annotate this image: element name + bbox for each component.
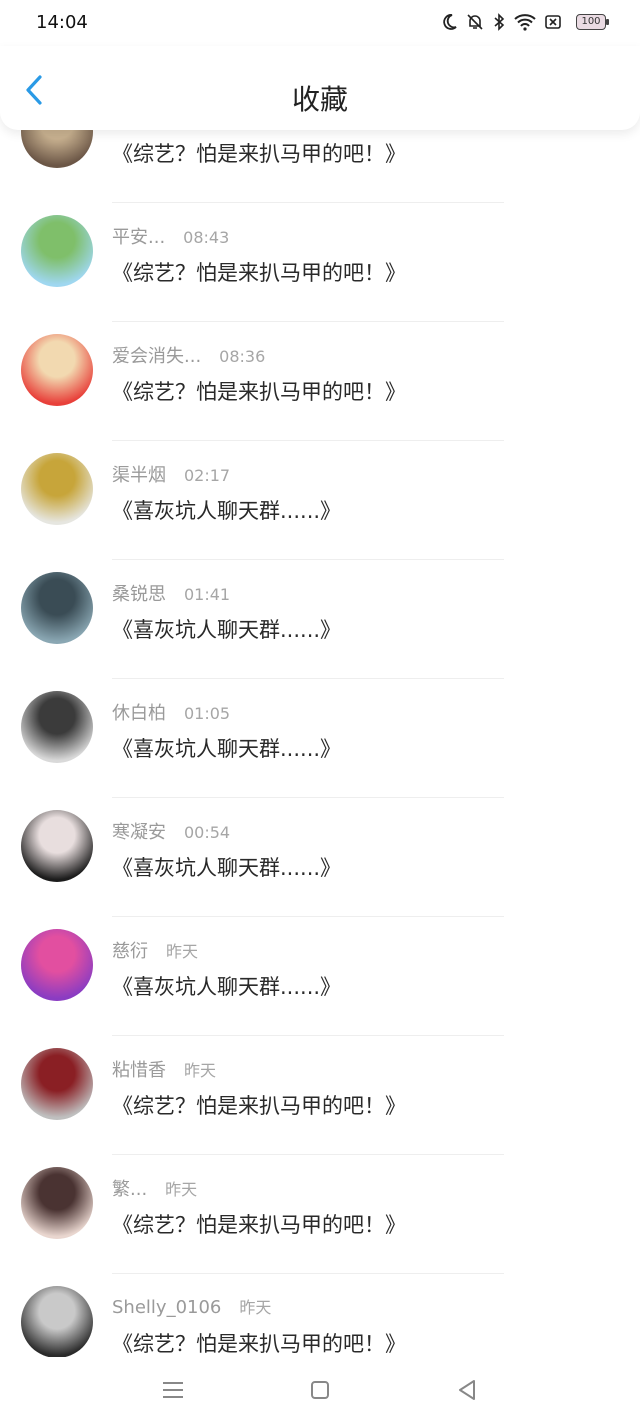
message-text: 《喜灰坑人聊天群......》 [112, 975, 342, 999]
home-button[interactable] [305, 1375, 335, 1405]
timestamp: 昨天 [184, 1061, 217, 1080]
list-item[interactable]: 粘惜香 昨天《综艺？怕是来扒马甲的吧！》 [0, 1048, 640, 1179]
timestamp: 昨天 [165, 1180, 198, 1199]
avatar[interactable] [21, 810, 93, 882]
avatar[interactable] [21, 1167, 93, 1239]
wifi-icon [514, 14, 536, 31]
home-square-icon [311, 1381, 329, 1399]
item-meta: 平安... 08:43 [112, 223, 229, 249]
header: 收藏 [0, 46, 640, 130]
avatar[interactable] [21, 929, 93, 1001]
battery-icon: 100 [576, 14, 606, 30]
moon-icon [443, 14, 457, 30]
list-item[interactable]: 休白柏 01:05 《喜灰坑人聊天群......》 [0, 691, 640, 822]
message-text: 《喜灰坑人聊天群......》 [112, 499, 342, 523]
item-meta: Shelly_0106 昨天 [112, 1294, 271, 1318]
menu-button[interactable] [158, 1375, 188, 1405]
status-icons [442, 13, 562, 31]
item-meta: 慈衍 昨天 [112, 937, 198, 963]
nav-back-button[interactable] [452, 1375, 482, 1405]
list-item[interactable]: 桑锐思 01:41 《喜灰坑人聊天群......》 [0, 572, 640, 703]
divider [112, 797, 504, 798]
timestamp: 08:43 [183, 228, 230, 247]
timestamp: 昨天 [239, 1298, 272, 1317]
divider [112, 559, 504, 560]
avatar[interactable] [21, 1286, 93, 1357]
user-name: 爱会消失... [112, 346, 202, 367]
menu-icon [163, 1382, 183, 1398]
item-meta: 繁... 昨天 [112, 1175, 197, 1201]
list-item[interactable]: 爱会消失... 08:36 《综艺？怕是来扒马甲的吧！》 [0, 334, 640, 465]
divider [112, 202, 504, 203]
message-text: 《综艺？怕是来扒马甲的吧！》 [112, 142, 406, 166]
page-title: 收藏 [291, 83, 348, 116]
divider [112, 1035, 504, 1036]
avatar[interactable] [21, 453, 93, 525]
user-name: Shelly_0106 [112, 1297, 222, 1318]
message-text: 《喜灰坑人聊天群......》 [112, 856, 342, 880]
list-item[interactable]: Shelly_0106 昨天《综艺？怕是来扒马甲的吧！》 [0, 1286, 640, 1357]
message-text: 《综艺？怕是来扒马甲的吧！》 [112, 1213, 406, 1237]
item-meta: 爱会消失... 08:36 [112, 342, 265, 368]
list-item[interactable]: 赫马和马的主人08:47《综艺？怕是来扒马甲的吧！》 [0, 130, 640, 227]
user-name: 繁... [112, 1179, 148, 1200]
status-bar: 14:04 100 [0, 0, 640, 46]
user-name: 寒凝安 [112, 822, 166, 843]
list-item[interactable]: 渠半烟 02:17 《喜灰坑人聊天群......》 [0, 453, 640, 584]
avatar[interactable] [21, 691, 93, 763]
timestamp: 08:36 [219, 347, 266, 366]
divider [112, 678, 504, 679]
item-meta: 渠半烟 02:17 [112, 461, 230, 487]
message-text: 《综艺？怕是来扒马甲的吧！》 [112, 1094, 406, 1118]
item-meta: 桑锐思 01:41 [112, 580, 230, 606]
divider [112, 916, 504, 917]
timestamp: 00:54 [184, 823, 231, 842]
list-item[interactable]: 寒凝安 00:54 《喜灰坑人聊天群......》 [0, 810, 640, 941]
timestamp: 02:17 [184, 466, 231, 485]
divider [112, 1154, 504, 1155]
item-meta: 休白柏 01:05 [112, 699, 230, 725]
item-meta: 粘惜香 昨天 [112, 1056, 216, 1082]
item-meta: 寒凝安 00:54 [112, 818, 230, 844]
system-nav-bar [0, 1357, 640, 1422]
avatar[interactable] [21, 572, 93, 644]
bluetooth-icon [494, 13, 505, 31]
message-text: 《综艺？怕是来扒马甲的吧！》 [112, 261, 406, 285]
sim-off-icon [545, 15, 561, 29]
user-name: 平安... [112, 227, 166, 248]
user-name: 休白柏 [112, 703, 166, 724]
message-text: 《综艺？怕是来扒马甲的吧！》 [112, 1332, 406, 1356]
status-time: 14:04 [36, 12, 88, 33]
list-item[interactable]: 平安... 08:43 《综艺？怕是来扒马甲的吧！》 [0, 215, 640, 346]
avatar[interactable] [21, 130, 93, 168]
message-text: 《综艺？怕是来扒马甲的吧！》 [112, 380, 406, 404]
timestamp: 昨天 [166, 942, 199, 961]
user-name: 渠半烟 [112, 465, 166, 486]
avatar[interactable] [21, 215, 93, 287]
divider [112, 321, 504, 322]
timestamp: 01:41 [184, 585, 231, 604]
battery-tip [606, 19, 609, 25]
user-name: 慈衍 [112, 941, 148, 962]
message-text: 《喜灰坑人聊天群......》 [112, 737, 342, 761]
avatar[interactable] [21, 334, 93, 406]
timestamp: 01:05 [184, 704, 231, 723]
divider [112, 440, 504, 441]
avatar[interactable] [21, 1048, 93, 1120]
divider [112, 1273, 504, 1274]
list-item[interactable]: 慈衍 昨天《喜灰坑人聊天群......》 [0, 929, 640, 1060]
message-text: 《喜灰坑人聊天群......》 [112, 618, 342, 642]
favorites-list: 赫马和马的主人08:47《综艺？怕是来扒马甲的吧！》平安... 08:43 《综艺？… [0, 130, 640, 1357]
bell-off-icon [467, 14, 483, 30]
user-name: 桑锐思 [112, 584, 166, 605]
back-triangle-icon [459, 1380, 475, 1400]
list-item[interactable]: 繁... 昨天《综艺？怕是来扒马甲的吧！》 [0, 1167, 640, 1298]
user-name: 粘惜香 [112, 1060, 166, 1081]
